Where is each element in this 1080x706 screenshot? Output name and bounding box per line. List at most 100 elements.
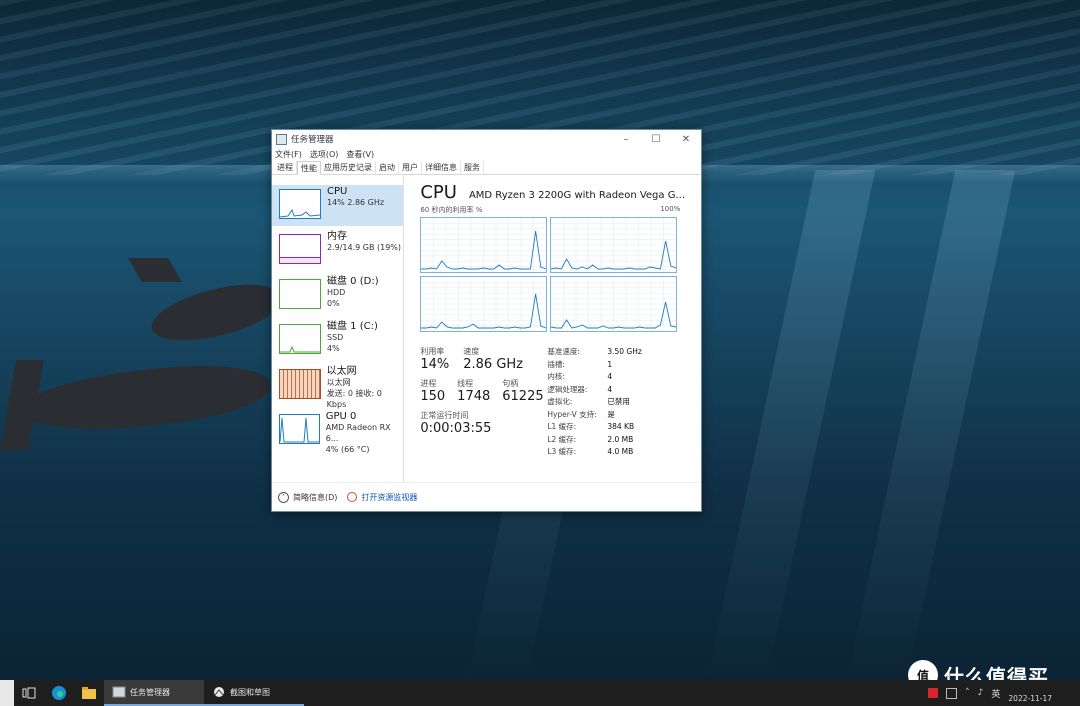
threads-label: 线程 [457,379,474,388]
core-graph [550,217,678,273]
taskbar-app-label: 任务管理器 [130,687,170,697]
tab-details[interactable]: 详细信息 [422,161,461,174]
wallpaper-light-ray [704,170,876,690]
taskbar-clock[interactable]: 2022-11-17 [1008,694,1052,703]
sidebar-item-type: AMD Radeon RX 6... [325,423,391,443]
tab-startup[interactable]: 启动 [376,161,399,174]
close-button[interactable]: ✕ [671,130,701,148]
spec-key: L3 缓存: [547,447,577,456]
resource-sidebar: CPU 14% 2.86 GHz 内存 2.9/14.9 GB (19%) 磁盘… [272,176,405,483]
utilization-value: 14% [420,357,450,372]
chevron-up-icon[interactable]: ˄ [278,491,289,503]
spec-key: Hyper-V 支持: [547,409,597,419]
page-title: CPU [420,182,457,203]
threads-value: 1748 [457,389,491,404]
sidebar-item-ethernet[interactable]: 以太网 以太网 发送: 0 接收: 0 Kbps [272,365,403,409]
amd-icon[interactable] [928,688,939,698]
tab-performance[interactable]: 性能 [297,161,321,175]
sidebar-item-label: 磁盘 1 (C:) [327,321,378,332]
sidebar-item-value: 14% 2.86 GHz [327,198,385,207]
title-bar[interactable]: 任务管理器 – ☐ ✕ [272,130,701,148]
spec-value: 3.50 GHz [607,347,642,356]
spec-value: 4.0 MB [607,447,634,456]
brief-info-link[interactable]: 简略信息(D) [293,492,337,503]
disk0-mini-graph [279,279,321,309]
sidebar-item-cpu[interactable]: CPU 14% 2.86 GHz [272,185,404,226]
cpu-mini-graph [279,189,321,219]
sidebar-item-disk-1[interactable]: 磁盘 1 (C:) SSD 4% [272,320,403,361]
file-explorer-icon[interactable] [74,680,104,706]
minimize-button[interactable]: – [611,130,641,148]
uptime-value: 0:00:03:55 [420,421,492,436]
resource-monitor-icon [347,492,358,502]
processes-label: 进程 [420,379,437,388]
sidebar-item-label: CPU [327,186,348,197]
maximize-button[interactable]: ☐ [641,130,671,148]
sidebar-item-label: 以太网 [326,366,357,377]
tab-services[interactable]: 服务 [461,161,484,174]
taskbar: 任务管理器 截图和草图 ˄ ♪ 英 2022-11-17 [0,680,1080,706]
sidebar-item-memory[interactable]: 内存 2.9/14.9 GB (19%) [272,230,403,271]
window-title: 任务管理器 [291,135,334,145]
spec-key: 插槽: [547,359,565,369]
cpu-detail-panel: CPU AMD Ryzen 3 2200G with Radeon Vega G… [404,176,701,483]
handles-value: 61225 [502,389,544,404]
spec-key: 基准速度: [547,347,580,356]
spec-value: 4 [607,372,613,381]
spec-key: L1 缓存: [547,422,577,431]
start-button[interactable] [0,680,14,706]
sidebar-item-gpu[interactable]: GPU 0 AMD Radeon RX 6... 4% (66 °C) [272,410,403,454]
sidebar-item-value: 2.9/14.9 GB (19%) [327,243,402,252]
input-language-indicator[interactable]: 英 [991,687,1000,700]
spec-key: 内核: [547,372,565,381]
edge-browser-icon[interactable] [44,680,74,706]
tab-users[interactable]: 用户 [399,161,422,174]
open-resource-monitor-link[interactable]: 打开资源监视器 [361,492,417,503]
spec-value: 是 [607,409,615,419]
sidebar-item-type: HDD [327,288,346,297]
logical-processor-graphs [420,217,685,332]
sidebar-item-label: 内存 [327,231,347,242]
taskbar-app-label: 截图和草图 [230,687,270,697]
wallpaper-whale [17,357,273,439]
taskbar-app-snip-sketch[interactable]: 截图和草图 [204,680,304,706]
handles-label: 句柄 [502,379,519,388]
speed-value: 2.86 GHz [463,357,524,372]
app-tray-icon[interactable] [946,687,958,699]
spec-value: 4 [607,384,613,394]
sidebar-item-label: 磁盘 0 (D:) [327,276,379,287]
tab-processes[interactable]: 进程 [274,161,297,174]
tab-app-history[interactable]: 应用历史记录 [321,161,376,174]
gpu-mini-graph [279,414,320,444]
spec-value: 已禁用 [607,397,630,406]
spec-value: 1 [607,359,613,369]
disk1-mini-graph [279,324,321,354]
menu-file[interactable]: 文件(F) [275,149,302,160]
core-graph [550,276,678,332]
cpu-specs: 基准速度: 3.50 GHz 插槽: 1 内核: 4 逻辑处理器: 4 虚拟化: 已禁用 … [547,346,641,459]
spec-value: 2.0 MB [607,434,634,444]
sidebar-item-type: 以太网 [326,378,351,387]
volume-icon[interactable]: ♪ [978,688,984,698]
task-manager-window: 任务管理器 – ☐ ✕ 文件(F) 选项(O) 查看(V) 进程 性能 应用历史… [271,129,702,512]
graph-axis-label: 60 秒内的利用率 % [420,206,483,214]
menu-options[interactable]: 选项(O) [310,149,339,160]
chevron-up-icon[interactable]: ˄ [965,688,970,698]
menu-view[interactable]: 查看(V) [346,149,374,160]
wallpaper-light-ray [844,170,1016,690]
sidebar-item-disk-0[interactable]: 磁盘 0 (D:) HDD 0% [272,275,403,316]
spec-key: 逻辑处理器: [547,384,588,394]
memory-mini-graph [279,234,321,264]
taskbar-app-task-manager[interactable]: 任务管理器 [104,680,204,706]
sidebar-item-value: 0% [327,299,340,308]
graph-max-label: 100% [660,205,681,213]
cpu-model-name: AMD Ryzen 3 2200G with Radeon Vega G... [468,190,685,201]
task-manager-icon [276,133,287,145]
menu-bar: 文件(F) 选项(O) 查看(V) [272,148,701,161]
window-footer: ˄ 简略信息(D) 打开资源监视器 [272,482,701,511]
wallpaper-whale [146,274,284,352]
task-view-icon[interactable] [14,680,44,706]
tab-strip: 进程 性能 应用历史记录 启动 用户 详细信息 服务 [272,161,701,175]
processes-value: 150 [420,389,446,404]
task-manager-icon [112,686,126,698]
